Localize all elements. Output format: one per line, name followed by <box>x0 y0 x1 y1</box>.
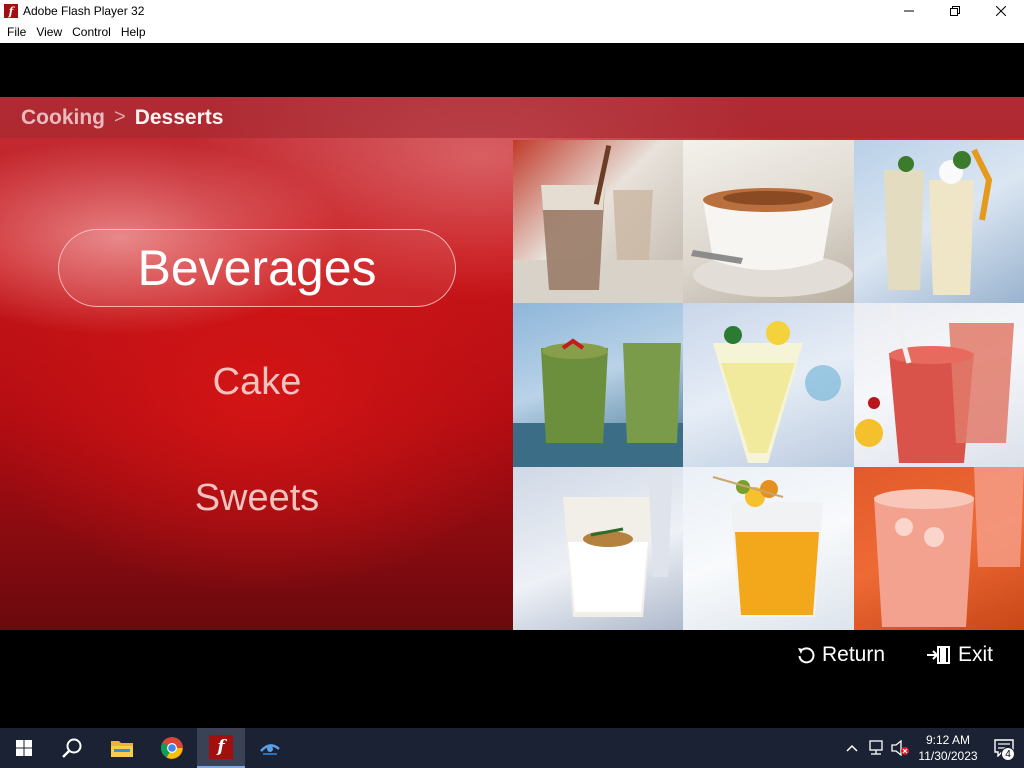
flash-stage: Cooking > Desserts Beverages Cake Sweets <box>0 43 1024 728</box>
option-beverages-label: Beverages <box>137 240 377 296</box>
chrome-icon <box>161 737 183 759</box>
clock-time: 9:12 AM <box>925 733 971 747</box>
system-clock[interactable]: 9:12 AM 11/30/2023 <box>912 732 984 764</box>
clock-date: 11/30/2023 <box>918 749 978 763</box>
exit-label: Exit <box>958 643 994 666</box>
taskbar-file-explorer[interactable] <box>98 728 146 768</box>
network-button[interactable] <box>864 728 888 768</box>
pink-lemonade-photo <box>854 467 1024 630</box>
breadcrumb-current: Desserts <box>134 105 224 129</box>
volume-muted-icon <box>891 740 909 756</box>
search-icon <box>62 738 82 758</box>
strawberry-smoothie-photo <box>854 303 1024 467</box>
minimize-icon <box>904 10 914 12</box>
cappuccino-cup-photo <box>683 140 854 303</box>
option-beverages[interactable]: Beverages <box>58 229 456 307</box>
menu-help[interactable]: Help <box>116 22 151 43</box>
window-title: Adobe Flash Player 32 <box>23 4 145 18</box>
breadcrumb-separator: > <box>114 106 126 128</box>
windows-start-icon <box>16 740 32 756</box>
close-icon <box>996 6 1006 16</box>
beverage-photo-grid <box>513 140 1024 630</box>
minimize-button[interactable] <box>886 0 932 22</box>
flash-player-icon: f <box>4 4 18 18</box>
taskbar-search-button[interactable] <box>48 728 96 768</box>
window-title-bar: f Adobe Flash Player 32 <box>0 0 1024 22</box>
green-smoothie-photo <box>513 303 683 467</box>
option-sweets[interactable]: Sweets <box>58 477 456 520</box>
yogurt-drink-photo <box>513 467 683 630</box>
lemon-drink-photo <box>683 303 854 467</box>
return-icon <box>798 647 815 664</box>
taskbar-app[interactable] <box>246 728 294 768</box>
app-icon <box>260 744 280 755</box>
restore-button[interactable] <box>932 0 978 22</box>
exit-icon <box>927 646 950 664</box>
orange-juice-photo <box>683 467 854 630</box>
system-tray: 9:12 AM 11/30/2023 4 <box>840 728 1024 768</box>
start-button[interactable] <box>0 728 48 768</box>
return-label: Return <box>822 643 886 666</box>
menu-view[interactable]: View <box>31 22 67 43</box>
breadcrumb: Cooking > Desserts <box>0 97 1024 138</box>
file-explorer-icon <box>111 741 133 757</box>
taskbar: f 9:12 AM 11/30/2023 4 <box>0 728 1024 768</box>
menu-control[interactable]: Control <box>67 22 116 43</box>
hot-chocolate-glass-photo <box>513 140 683 303</box>
show-hidden-icons-button[interactable] <box>840 728 864 768</box>
breadcrumb-parent[interactable]: Cooking <box>21 106 105 130</box>
taskbar-chrome[interactable] <box>148 728 196 768</box>
action-center-button[interactable]: 4 <box>984 728 1024 768</box>
notification-count-badge: 4 <box>1001 747 1015 761</box>
chevron-up-icon <box>846 744 858 752</box>
restore-icon <box>950 6 960 16</box>
menu-file[interactable]: File <box>2 22 31 43</box>
window-controls <box>886 0 1024 22</box>
volume-button[interactable] <box>888 728 912 768</box>
network-icon <box>869 740 883 755</box>
close-button[interactable] <box>978 0 1024 22</box>
menu-bar: File View Control Help <box>0 22 1024 43</box>
option-cake[interactable]: Cake <box>58 361 456 404</box>
flash-player-icon: f <box>209 735 233 759</box>
exit-button[interactable]: Exit <box>926 640 993 670</box>
return-button[interactable]: Return <box>796 640 885 670</box>
taskbar-flash-player[interactable]: f <box>197 728 245 768</box>
milkshake-glasses-photo <box>854 140 1024 303</box>
